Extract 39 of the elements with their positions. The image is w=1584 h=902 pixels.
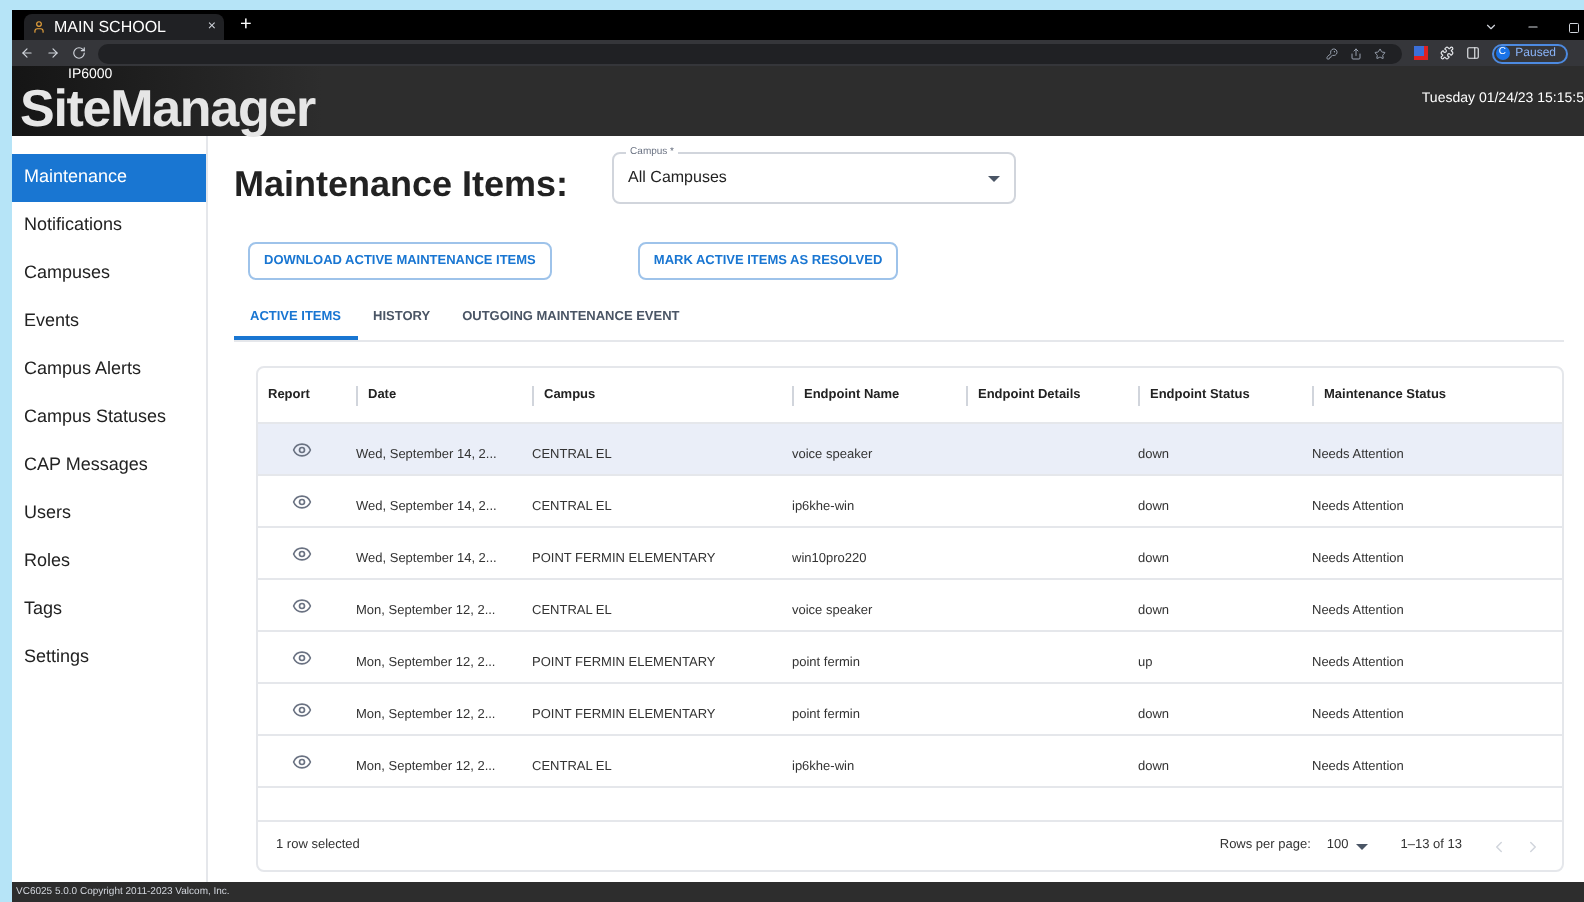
- chevron-icon[interactable]: [1484, 20, 1498, 34]
- sidebar-item[interactable]: Settings: [12, 634, 206, 682]
- sidebar-item[interactable]: Campus Alerts: [12, 346, 206, 394]
- sidebar-item[interactable]: Maintenance: [12, 154, 206, 202]
- campus-select-value: All Campuses: [628, 166, 727, 190]
- tab-title: MAIN SCHOOL: [54, 19, 169, 35]
- sidebar-item[interactable]: Campus Statuses: [12, 394, 206, 442]
- url-field[interactable]: [98, 43, 1402, 63]
- sidebar-item[interactable]: Roles: [12, 538, 206, 586]
- dropdown-caret-icon: [988, 175, 1001, 181]
- sidebar-item[interactable]: Users: [12, 490, 206, 538]
- back-icon[interactable]: [20, 46, 34, 60]
- view-report-icon[interactable]: [292, 491, 312, 511]
- key-icon[interactable]: [1325, 47, 1338, 59]
- puzzle-icon[interactable]: [1439, 46, 1454, 60]
- share-icon[interactable]: [1349, 47, 1362, 59]
- view-report-icon[interactable]: [292, 699, 312, 719]
- side-panel-icon[interactable]: [1465, 46, 1480, 60]
- user-icon: [32, 20, 46, 34]
- sidebar-item[interactable]: Tags: [12, 586, 206, 634]
- dropdown-caret-icon: [1356, 843, 1369, 849]
- view-report-icon[interactable]: [292, 595, 312, 615]
- sidebar-item[interactable]: Events: [12, 298, 206, 346]
- view-report-icon[interactable]: [292, 751, 312, 771]
- sidebar-item[interactable]: Campuses: [12, 250, 206, 298]
- sidebar-item[interactable]: Notifications: [12, 202, 206, 250]
- maximize-icon[interactable]: [1568, 21, 1580, 33]
- view-report-icon[interactable]: [292, 543, 312, 563]
- view-report-icon[interactable]: [292, 647, 312, 667]
- sidebar-item[interactable]: CAP Messages: [12, 442, 206, 490]
- star-icon[interactable]: [1373, 47, 1386, 59]
- new-tab-button[interactable]: +: [240, 16, 252, 36]
- extension-icon[interactable]: [1413, 46, 1428, 60]
- minimize-icon[interactable]: [1526, 20, 1540, 34]
- view-report-icon[interactable]: [292, 439, 312, 459]
- forward-icon[interactable]: [46, 46, 60, 60]
- page-title: Maintenance Items:: [234, 162, 569, 208]
- logo: SiteManager: [20, 82, 318, 134]
- reload-icon[interactable]: [72, 46, 86, 60]
